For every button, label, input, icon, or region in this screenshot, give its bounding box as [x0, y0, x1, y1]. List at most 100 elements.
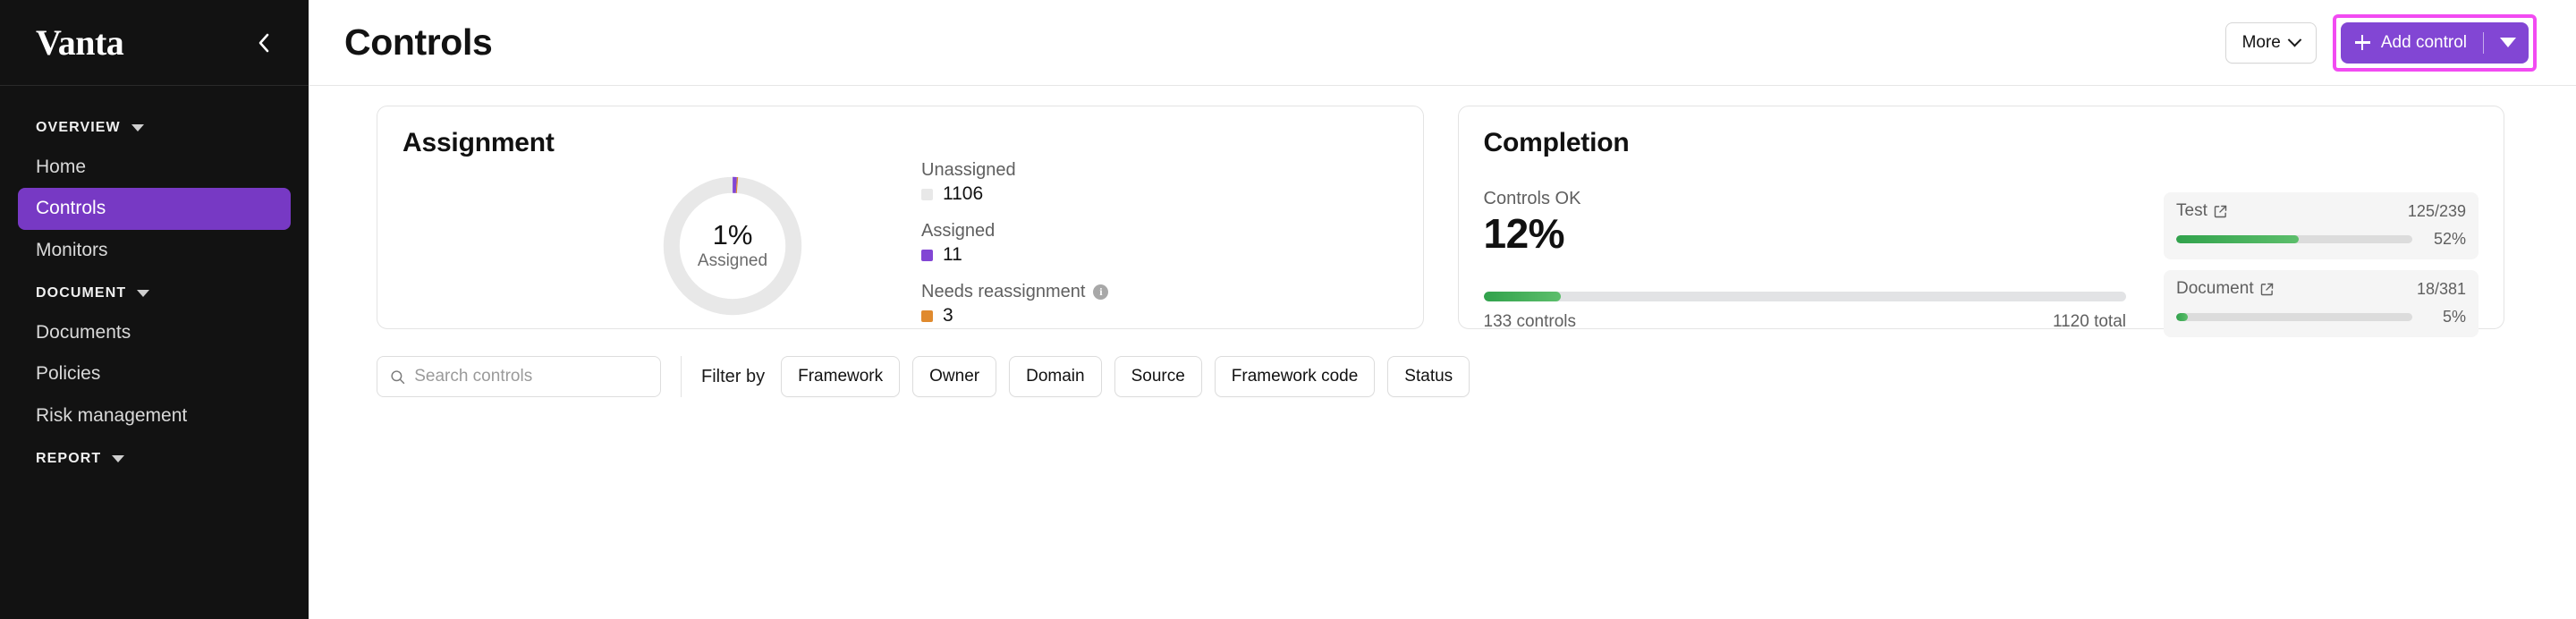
filter-chip-label: Domain: [1026, 367, 1085, 386]
sidebar-item-monitors[interactable]: Monitors: [18, 230, 291, 271]
page-header: Controls More Add control: [309, 0, 2576, 86]
legend-value: 1106: [943, 183, 984, 204]
assignment-donut-chart: 1% Assigned: [606, 165, 859, 326]
content-area: Assignment 1% Assigned Unassigned 1106 A…: [309, 86, 2576, 619]
filter-chip-owner[interactable]: Owner: [912, 356, 997, 397]
chevron-down-icon: [112, 455, 125, 463]
chevron-down-icon[interactable]: [2500, 38, 2516, 47]
legend-item-unassigned: Unassigned 1106: [921, 160, 1108, 205]
external-link-icon: [2214, 205, 2227, 217]
sidebar-item-label: Policies: [36, 363, 101, 385]
legend-label-wrap: Assigned: [921, 221, 1108, 242]
breakdown-name: Document: [2176, 279, 2254, 298]
sidebar-item-risk-management[interactable]: Risk management: [18, 395, 291, 437]
completion-progress-fill: [1483, 292, 1561, 302]
add-control-label: Add control: [2380, 32, 2467, 52]
filter-chip-domain[interactable]: Domain: [1009, 356, 1102, 397]
completion-progress-track: [1483, 292, 2126, 302]
search-controls-box[interactable]: [377, 356, 661, 397]
legend-label: Assigned: [921, 221, 996, 241]
info-icon[interactable]: i: [1093, 284, 1109, 300]
completion-body: Controls OK 12% 133 controls 1120 total: [1483, 189, 2479, 348]
filter-chip-status[interactable]: Status: [1387, 356, 1470, 397]
page-title: Controls: [344, 21, 493, 63]
sidebar-item-label: Controls: [36, 198, 106, 219]
vanta-logo: Vanta: [36, 21, 124, 63]
controls-ok-percent: 12%: [1483, 210, 1565, 257]
sidebar-collapse-button[interactable]: [248, 27, 280, 59]
sidebar-section-overview[interactable]: OVERVIEW: [0, 106, 309, 147]
completion-card: Completion Controls OK 12% 133 controls …: [1457, 106, 2504, 337]
legend-value: 3: [943, 305, 953, 326]
legend-value-wrap: 11: [921, 244, 1108, 266]
assignment-body: 1% Assigned Unassigned 1106 Assigned 11 …: [402, 160, 1398, 332]
filter-chips: Framework Owner Domain Source Framework …: [781, 356, 1470, 397]
summary-cards: Assignment 1% Assigned Unassigned 1106 A…: [377, 106, 2504, 337]
breakdown-progress-fill: [2176, 235, 2300, 243]
filter-chip-label: Framework code: [1231, 367, 1359, 386]
sidebar-item-label: Documents: [36, 322, 131, 343]
sidebar-item-home[interactable]: Home: [18, 147, 291, 188]
main-content: Controls More Add control Assignment 1% …: [309, 0, 2576, 619]
sidebar-section-document[interactable]: DOCUMENT: [0, 271, 309, 312]
chevron-down-icon: [137, 290, 150, 298]
sidebar-section-overview-label: OVERVIEW: [36, 120, 121, 135]
assignment-card: Assignment 1% Assigned Unassigned 1106 A…: [377, 106, 1424, 329]
legend-label-wrap: Needs reassignment i: [921, 282, 1109, 302]
sidebar-item-label: Home: [36, 157, 87, 177]
sidebar-section-report-label: REPORT: [36, 451, 102, 467]
filter-by-label: Filter by: [701, 366, 766, 386]
completion-card-title: Completion: [1483, 128, 1630, 157]
filter-chip-framework-code[interactable]: Framework code: [1214, 356, 1376, 397]
sidebar: Vanta OVERVIEW Home Controls Monitors DO…: [0, 0, 309, 619]
breakdown-name: Test: [2176, 201, 2207, 220]
search-input[interactable]: [414, 367, 648, 386]
sidebar-item-label: Monitors: [36, 239, 108, 260]
sidebar-item-documents[interactable]: Documents: [18, 312, 291, 353]
controls-ok-label: Controls OK: [1483, 189, 1581, 208]
filter-chip-label: Framework: [798, 367, 884, 386]
breakdown-progress-fill: [2176, 313, 2189, 321]
filter-chip-label: Status: [1404, 367, 1453, 386]
filter-chip-label: Source: [1131, 367, 1185, 386]
breakdown-progress-track: [2176, 313, 2412, 321]
sidebar-header: Vanta: [0, 0, 309, 86]
assignment-card-title: Assignment: [402, 128, 555, 157]
legend-value: 11: [943, 244, 962, 265]
add-control-button[interactable]: Add control: [2340, 21, 2529, 64]
controls-done-count: 133 controls: [1483, 312, 1577, 332]
completion-progress-footer: 133 controls 1120 total: [1484, 312, 2127, 332]
breakdown-document-link[interactable]: Document: [2176, 279, 2274, 299]
legend-swatch: [921, 310, 933, 322]
legend-label: Needs reassignment: [921, 282, 1086, 301]
breakdown-item-document: Document 18/381 5%: [2164, 270, 2479, 337]
breakdown-percent: 5%: [2442, 308, 2466, 326]
breakdown-percent: 52%: [2433, 230, 2466, 248]
divider: [681, 356, 682, 397]
legend-swatch: [921, 188, 933, 200]
sidebar-section-document-label: DOCUMENT: [36, 285, 127, 301]
breakdown-count: 18/381: [2416, 279, 2466, 298]
legend-swatch: [921, 249, 933, 261]
breakdown-progress-track: [2176, 235, 2412, 243]
more-button[interactable]: More: [2224, 21, 2317, 64]
filter-chip-framework[interactable]: Framework: [781, 356, 901, 397]
chevron-left-icon: [258, 33, 269, 52]
filter-chip-label: Owner: [929, 367, 980, 386]
sidebar-item-controls[interactable]: Controls: [18, 188, 291, 230]
filter-bar: Filter by Framework Owner Domain Source: [377, 356, 2504, 406]
filter-chip-source[interactable]: Source: [1114, 356, 1202, 397]
breakdown-test-link[interactable]: Test: [2176, 201, 2227, 221]
legend-item-assigned: Assigned 11: [921, 221, 1108, 266]
search-icon: [391, 369, 405, 384]
assignment-legend: Unassigned 1106 Assigned 11 Needs reassi…: [921, 160, 1109, 332]
breakdown-bar-row: 52%: [2176, 230, 2466, 249]
controls-total-count: 1120 total: [2052, 312, 2126, 332]
sidebar-item-policies[interactable]: Policies: [18, 353, 291, 394]
legend-label-wrap: Unassigned: [921, 160, 1108, 181]
legend-value-wrap: 3: [921, 305, 1108, 326]
breakdown-bar-row: 5%: [2176, 308, 2466, 326]
completion-breakdown: Test 125/239 52% Document 18/381 5%: [2164, 189, 2479, 348]
sidebar-section-report[interactable]: REPORT: [0, 437, 309, 478]
divider: [2483, 31, 2484, 54]
